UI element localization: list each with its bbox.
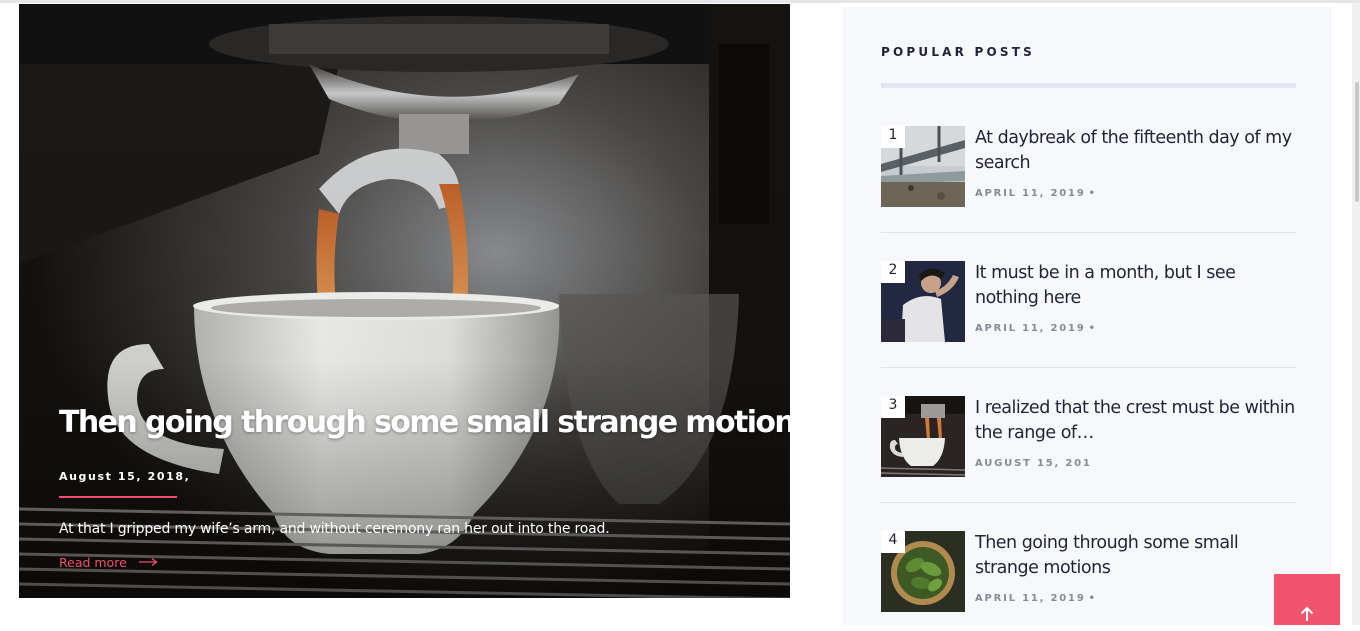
popular-post-rank: 1 (881, 126, 905, 148)
back-to-top-button[interactable] (1274, 574, 1340, 625)
popular-post-title[interactable]: At daybreak of the fifteenth day of my s… (975, 126, 1300, 176)
post-divider (881, 502, 1296, 503)
popular-post-rank: 4 (881, 531, 905, 553)
featured-post-divider (59, 496, 177, 498)
popular-posts-underline (881, 83, 1296, 88)
featured-post-card[interactable]: Then going through some small strange mo… (19, 4, 790, 598)
popular-post-item[interactable]: 3 I realized that the crest must be with… (881, 396, 1296, 503)
featured-post-image (19, 4, 790, 598)
popular-post-title[interactable]: It must be in a month, but I see nothing… (975, 261, 1300, 311)
featured-post-title[interactable]: Then going through some small strange mo… (59, 404, 790, 442)
popular-post-title[interactable]: Then going through some small strange mo… (975, 531, 1300, 581)
popular-post-item[interactable]: 4 Then going through some small strange … (881, 531, 1296, 631)
popular-post-date: APRIL 11, 2019 • (975, 323, 1097, 334)
popular-post-rank: 3 (881, 396, 905, 418)
popular-post-item[interactable]: 2 It must be in a month, but I see nothi… (881, 261, 1296, 368)
popular-post-rank: 2 (881, 261, 905, 283)
top-border (0, 0, 1360, 3)
page-scrollbar-thumb[interactable] (1355, 82, 1359, 202)
featured-post-date: August 15, 2018, (59, 470, 191, 483)
popular-post-date: AUGUST 15, 201 (975, 458, 1092, 469)
popular-post-date: APRIL 11, 2019 • (975, 593, 1097, 604)
popular-post-title[interactable]: I realized that the crest must be within… (975, 396, 1300, 446)
arrow-up-icon (1300, 606, 1314, 625)
popular-post-date: APRIL 11, 2019 • (975, 188, 1097, 199)
read-more-link[interactable]: Read more (59, 555, 159, 570)
arrow-right-icon (138, 555, 159, 570)
popular-post-item[interactable]: 1 At daybreak of the fifteenth day of my… (881, 126, 1296, 233)
sidebar: POPULAR POSTS 1 At daybreak of the fifte… (842, 7, 1332, 625)
featured-post-excerpt: At that I gripped my wife’s arm, and wit… (59, 521, 610, 537)
read-more-label: Read more (59, 555, 127, 570)
popular-posts-heading: POPULAR POSTS (881, 45, 1035, 59)
post-divider (881, 367, 1296, 368)
post-divider (881, 232, 1296, 233)
